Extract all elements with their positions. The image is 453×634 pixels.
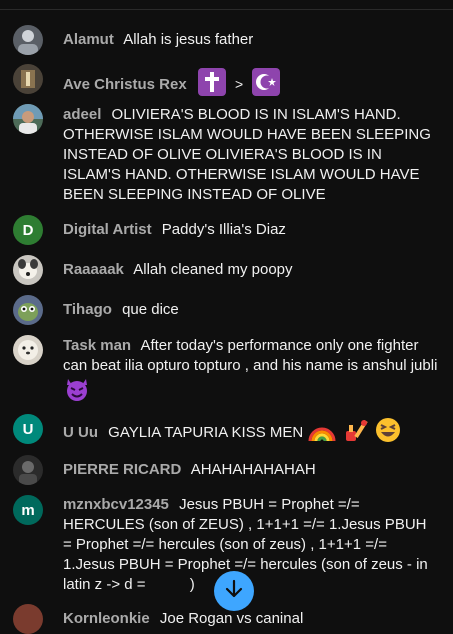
grinning-squinting-face-icon (374, 417, 402, 449)
message-content: U Uu GAYLIA TAPURIA KISS MEN (63, 417, 438, 449)
avatar[interactable]: U (13, 414, 43, 444)
message-content: Raaaaak Allah cleaned my poopy (63, 260, 438, 280)
message-author[interactable]: adeel (63, 106, 101, 123)
separator-text: > (235, 75, 244, 92)
latin-cross-icon (197, 68, 227, 102)
message-author[interactable]: Raaaaak (63, 261, 124, 278)
avatar[interactable] (13, 64, 43, 94)
avatar[interactable] (13, 255, 43, 285)
message-text: que dice (122, 301, 179, 318)
top-divider (0, 0, 453, 10)
star-and-crescent-icon (251, 68, 281, 102)
avatar[interactable] (13, 455, 43, 485)
message-content: adeel OLIVIERA'S BLOOD IS IN ISLAM'S HAN… (63, 105, 438, 205)
message-text: GAYLIA TAPURIA KISS MEN (108, 423, 304, 441)
message-content: Ave Christus Rex > (63, 68, 438, 102)
message-text: OLIVIERA'S BLOOD IS IN ISLAM'S HAND. OTH… (63, 106, 431, 203)
message-text-tail: ) (189, 576, 195, 593)
message-content: Task man After today's performance only … (63, 336, 438, 408)
message-text: Allah is jesus father (123, 31, 254, 48)
nail-polish-icon (342, 417, 370, 449)
message-text: AHAHAHAHAHAH (190, 461, 316, 478)
message-author[interactable]: Tihago (63, 301, 112, 318)
message-author[interactable]: mznxbcv12345 (63, 496, 169, 513)
avatar-initial: U (22, 420, 34, 438)
message-content: Tihago que dice (63, 300, 438, 320)
avatar[interactable] (13, 295, 43, 325)
message-text: Paddy's Illia's Diaz (161, 221, 286, 238)
rainbow-icon (307, 417, 337, 449)
message-author[interactable]: Alamut (63, 31, 114, 48)
avatar[interactable] (13, 604, 43, 634)
message-content: Kornleonkie Joe Rogan vs caninal (63, 609, 438, 629)
message-content: Alamut Allah is jesus father (63, 30, 438, 50)
smiling-imp-icon (63, 376, 91, 408)
arrow-down-icon (223, 578, 245, 605)
message-content: Digital Artist Paddy's Illia's Diaz (63, 220, 438, 240)
avatar[interactable]: m (13, 495, 43, 525)
avatar[interactable] (13, 335, 43, 365)
message-author[interactable]: Ave Christus Rex (63, 76, 187, 93)
avatar[interactable]: D (13, 215, 43, 245)
avatar[interactable] (13, 25, 43, 55)
message-author[interactable]: PIERRE RICARD (63, 461, 181, 478)
scroll-to-bottom-button[interactable] (214, 571, 254, 611)
message-author[interactable]: Task man (63, 337, 131, 354)
message-content: PIERRE RICARD AHAHAHAHAHAH (63, 460, 438, 480)
avatar-initial: D (22, 221, 34, 239)
message-author[interactable]: U Uu (63, 424, 98, 441)
message-author[interactable]: Digital Artist (63, 221, 152, 238)
message-text: Allah cleaned my poopy (133, 261, 293, 278)
avatar[interactable] (13, 104, 43, 134)
avatar-initial: m (21, 501, 35, 519)
